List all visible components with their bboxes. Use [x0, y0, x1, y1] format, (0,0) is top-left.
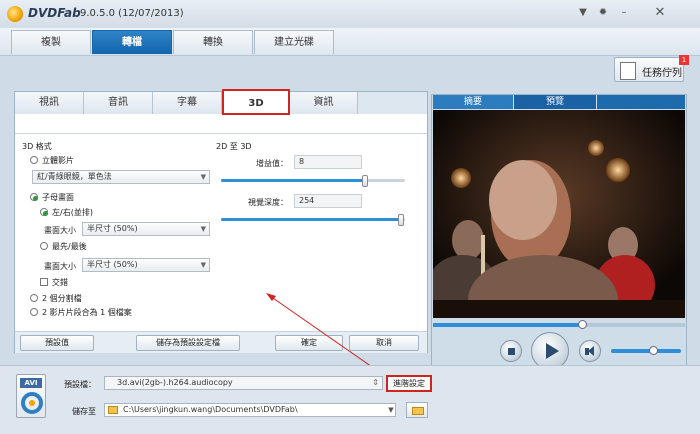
tab-copy[interactable]: 複製: [11, 30, 91, 54]
chevron-down-icon[interactable]: ▼: [386, 404, 396, 416]
browse-folder-button[interactable]: [406, 402, 428, 418]
subtab-info[interactable]: 資訊: [290, 92, 358, 114]
tab-preview[interactable]: 預覽: [514, 95, 596, 109]
queue-count-badge: 1: [679, 55, 689, 65]
depth-slider-fill: [221, 218, 401, 221]
queue-list-icon: [620, 62, 636, 80]
tab-ripper[interactable]: 轉檔: [92, 30, 172, 54]
chevron-down-icon: ▼: [200, 173, 206, 181]
save-to-path-value: C:\Users\jingkun.wang\Documents\DVDFab\: [123, 405, 298, 414]
profile-value: 3d.avi(2gb-).h264.audiocopy: [117, 378, 233, 387]
tab-creator[interactable]: 建立光碟: [254, 30, 334, 54]
depth-slider-thumb[interactable]: [398, 214, 404, 226]
video-frame-image: [433, 110, 685, 318]
subtab-subtitle[interactable]: 字幕: [153, 92, 222, 114]
subtab-divider: [15, 133, 427, 134]
file-type-badge: AVI: [20, 378, 42, 388]
speaker-cone: [588, 346, 594, 356]
gain-label: 增益值：: [256, 159, 288, 168]
anaglyph-radio[interactable]: [30, 156, 38, 164]
depth-input[interactable]: 254: [294, 194, 362, 208]
minimize-icon[interactable]: –: [617, 6, 631, 20]
two-files-radio[interactable]: [30, 294, 38, 302]
volume-button[interactable]: [579, 340, 601, 362]
app-version: 9.0.5.0 (12/07/2013): [80, 8, 184, 19]
play-icon: [546, 343, 559, 359]
seek-bar-fill: [433, 323, 582, 327]
3d-format-heading: 3D 格式: [22, 142, 52, 151]
tab-summary[interactable]: 摘要: [433, 95, 513, 109]
merge-file-label: 2 影片片段合為 1 個檔案: [42, 308, 132, 317]
frame-size-dropdown-1[interactable]: 半尺寸 (50%) ▼: [82, 222, 210, 236]
task-queue-label: 任務佇列: [642, 68, 682, 79]
cancel-button[interactable]: 取消: [349, 335, 419, 351]
merge-file-radio[interactable]: [30, 308, 38, 316]
folder-icon: [108, 406, 118, 414]
top-bottom-label: 最先/最後: [52, 242, 87, 251]
subtab-video[interactable]: 視訊: [15, 92, 84, 114]
interleave-label: 交錯: [52, 278, 68, 287]
frame-size-dropdown-2[interactable]: 半尺寸 (50%) ▼: [82, 258, 210, 272]
side-by-side-radio[interactable]: [30, 193, 38, 201]
dvdfab-logo-icon: [7, 6, 23, 22]
frame-size-label-1: 畫面大小: [44, 226, 76, 235]
chevron-down-icon: ▼: [200, 225, 206, 233]
gain-slider-thumb[interactable]: [362, 175, 368, 187]
volume-slider-track: [611, 349, 681, 353]
frame-size-value-1: 半尺寸 (50%): [87, 224, 138, 233]
profile-label: 預設檔：: [64, 380, 96, 389]
dvdfab-disc-icon: [21, 392, 43, 414]
chevron-updown-icon: ⇕: [372, 378, 379, 387]
stop-button[interactable]: [500, 340, 522, 362]
save-profile-button[interactable]: 儲存為預設設定檔: [136, 335, 240, 351]
left-right-label: 左/右(並排): [52, 208, 93, 217]
preview-tab-spacer: [597, 95, 685, 109]
tab-converter[interactable]: 轉換: [173, 30, 253, 54]
profile-select[interactable]: 3d.avi(2gb-).h264.audiocopy ⇕: [104, 376, 383, 390]
open-folder-icon: [412, 407, 424, 415]
anaglyph-dropdown[interactable]: 紅/青綠眼鏡，單色法 ▼: [32, 170, 210, 184]
ok-button[interactable]: 確定: [275, 335, 343, 351]
frame-size-label-2: 畫面大小: [44, 262, 76, 271]
video-preview: [433, 110, 685, 318]
frame-size-value-2: 半尺寸 (50%): [87, 260, 138, 269]
app-title: DVDFab: [28, 6, 81, 20]
two-files-label: 2 個分割檔: [42, 294, 82, 303]
down-arrow-icon[interactable]: ▼: [576, 6, 590, 20]
save-to-label: 儲存至: [72, 407, 96, 416]
depth-label: 視覺深度：: [248, 198, 288, 207]
top-bottom-radio[interactable]: [40, 242, 48, 250]
interleave-checkbox[interactable]: [40, 278, 48, 286]
left-right-radio[interactable]: [40, 208, 48, 216]
default-button[interactable]: 預設值: [20, 335, 94, 351]
advanced-settings-button[interactable]: 進階設定: [386, 375, 432, 392]
close-icon[interactable]: ✕: [640, 6, 680, 20]
gear-icon[interactable]: ✹: [596, 6, 610, 20]
seek-bar-thumb[interactable]: [578, 320, 587, 329]
side-by-side-label: 子母畫面: [42, 193, 74, 202]
subtab-3d[interactable]: 3D: [222, 89, 290, 115]
chevron-down-icon: ▼: [200, 261, 206, 269]
stop-icon: [508, 348, 515, 355]
anaglyph-label: 立體影片: [42, 156, 74, 165]
2d-to-3d-heading: 2D 至 3D: [216, 142, 252, 151]
subtab-audio[interactable]: 音訊: [84, 92, 153, 114]
task-queue-button[interactable]: 任務佇列: [614, 57, 684, 82]
volume-slider-thumb[interactable]: [649, 346, 658, 355]
gain-slider-fill: [221, 179, 365, 182]
gain-input[interactable]: 8: [294, 155, 362, 169]
anaglyph-dropdown-value: 紅/青綠眼鏡，單色法: [37, 172, 112, 181]
save-to-path-input[interactable]: C:\Users\jingkun.wang\Documents\DVDFab\: [104, 403, 396, 417]
